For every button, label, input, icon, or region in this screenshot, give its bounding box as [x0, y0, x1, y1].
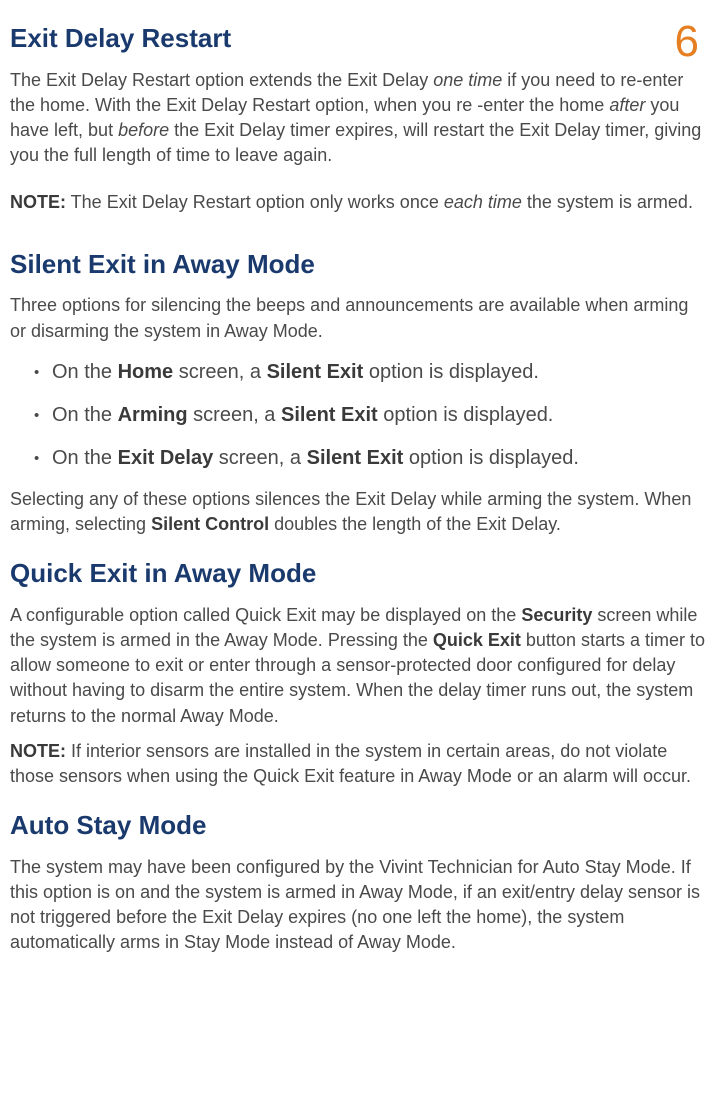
para-quick-exit: A configurable option called Quick Exit … — [10, 603, 709, 729]
text-fragment: On the — [52, 361, 118, 383]
text-fragment: screen, a — [188, 404, 281, 426]
text-emphasis: before — [118, 120, 169, 140]
text-fragment: The Exit Delay Restart option extends th… — [10, 70, 433, 90]
note-exit-delay-restart: NOTE: The Exit Delay Restart option only… — [10, 190, 709, 215]
text-emphasis: after — [609, 95, 645, 115]
text-bold: Exit Delay — [118, 447, 214, 469]
text-emphasis: one time — [433, 70, 502, 90]
text-bold: Quick Exit — [433, 630, 521, 650]
text-bold: Silent Exit — [281, 404, 378, 426]
text-fragment: If interior sensors are installed in the… — [10, 741, 691, 786]
page-number: 6 — [675, 10, 699, 74]
text-bold: Silent Control — [151, 514, 269, 534]
text-bold: Arming — [118, 404, 188, 426]
text-fragment: On the — [52, 404, 118, 426]
text-fragment: screen, a — [213, 447, 306, 469]
text-fragment: option is displayed. — [363, 361, 539, 383]
bullet-list-silent-exit: On the Home screen, a Silent Exit option… — [10, 358, 709, 473]
text-fragment: option is displayed. — [378, 404, 554, 426]
text-fragment: screen, a — [173, 361, 266, 383]
text-fragment: The Exit Delay Restart option only works… — [66, 192, 444, 212]
text-fragment: the system is armed. — [522, 192, 693, 212]
para-silent-exit-intro: Three options for silencing the beeps an… — [10, 293, 709, 343]
heading-silent-exit: Silent Exit in Away Mode — [10, 246, 709, 284]
heading-auto-stay: Auto Stay Mode — [10, 807, 709, 845]
note-label: NOTE: — [10, 741, 66, 761]
text-bold: Security — [521, 605, 592, 625]
heading-quick-exit: Quick Exit in Away Mode — [10, 555, 709, 593]
text-fragment: doubles the length of the Exit Delay. — [269, 514, 561, 534]
section-auto-stay: Auto Stay Mode The system may have been … — [10, 807, 709, 955]
para-auto-stay: The system may have been configured by t… — [10, 855, 709, 956]
list-item: On the Home screen, a Silent Exit option… — [52, 358, 709, 387]
text-bold: Home — [118, 361, 174, 383]
list-item: On the Arming screen, a Silent Exit opti… — [52, 401, 709, 430]
note-label: NOTE: — [10, 192, 66, 212]
text-emphasis: each time — [444, 192, 522, 212]
section-exit-delay-restart: Exit Delay Restart The Exit Delay Restar… — [10, 20, 709, 216]
text-fragment: A configurable option called Quick Exit … — [10, 605, 521, 625]
heading-exit-delay-restart: Exit Delay Restart — [10, 20, 709, 58]
list-item: On the Exit Delay screen, a Silent Exit … — [52, 444, 709, 473]
para-silent-exit-outro: Selecting any of these options silences … — [10, 487, 709, 537]
para-exit-delay-restart: The Exit Delay Restart option extends th… — [10, 68, 709, 169]
text-fragment: option is displayed. — [403, 447, 579, 469]
text-bold: Silent Exit — [307, 447, 404, 469]
text-bold: Silent Exit — [267, 361, 364, 383]
section-silent-exit: Silent Exit in Away Mode Three options f… — [10, 246, 709, 537]
section-quick-exit: Quick Exit in Away Mode A configurable o… — [10, 555, 709, 789]
text-fragment: On the — [52, 447, 118, 469]
note-quick-exit: NOTE: If interior sensors are installed … — [10, 739, 709, 789]
